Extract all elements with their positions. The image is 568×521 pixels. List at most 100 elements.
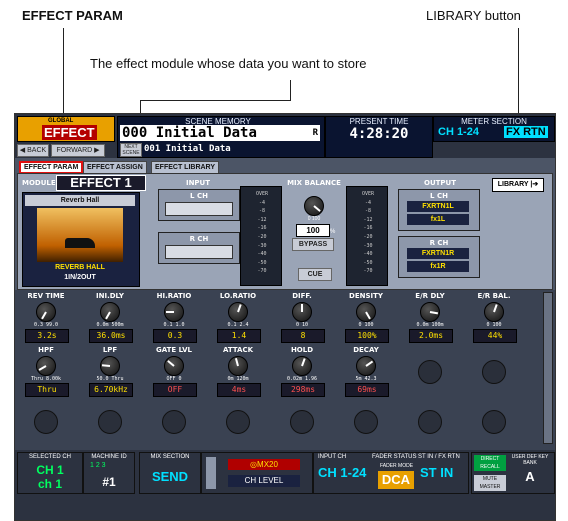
input-l-patch[interactable] [165, 202, 233, 216]
param-knob[interactable] [292, 356, 312, 376]
param-value[interactable]: 8 [281, 329, 325, 343]
param-value[interactable]: 3.2s [25, 329, 69, 343]
param-value[interactable]: 100% [345, 329, 389, 343]
ch-level-button[interactable]: CH LEVEL [228, 475, 300, 487]
header-bar: GLOBAL EFFECT ◀ BACK FORWARD ▶ SCENE MEM… [15, 114, 555, 158]
direct-recall-button[interactable]: DIRECT RECALL [474, 455, 506, 471]
output-r-port[interactable]: fx1R [407, 261, 469, 272]
output-l-port[interactable]: fx1L [407, 214, 469, 225]
param-title: DECAY [353, 346, 379, 354]
bypass-button[interactable]: BYPASS [292, 238, 334, 251]
user-def-bank[interactable]: A [508, 469, 552, 484]
parameter-scrollbar[interactable] [543, 292, 553, 444]
param-knob[interactable] [100, 356, 120, 376]
effect-main-panel: MODULE EFFECT 1 Reverb Hall REVERB HALL … [17, 173, 553, 290]
selected-ch-label: SELECTED CH [28, 454, 71, 460]
callout-library-button: LIBRARY button [426, 8, 521, 23]
meter-tick-label: -20 [363, 234, 373, 240]
fader-status-panel: INPUT CH FADER STATUS ST IN / FX RTN CH … [313, 452, 469, 494]
user-def-panel: DIRECT RECALL MUTE MASTER USER DEF KEY B… [471, 452, 555, 494]
param-value[interactable]: 0.3 [153, 329, 197, 343]
machine-id-label: MACHINE ID [91, 454, 127, 460]
library-button-label: LIBRARY [497, 181, 529, 188]
module-selector[interactable]: EFFECT 1 [56, 175, 146, 191]
output-l-destination[interactable]: FXRTN1L [407, 201, 469, 212]
param-knob[interactable] [228, 356, 248, 376]
param-knob[interactable] [420, 302, 440, 322]
forward-button[interactable]: FORWARD ▶ [51, 144, 105, 157]
mix-section-label: MIX SECTION [150, 454, 190, 460]
output-r-destination[interactable]: FXRTN1R [407, 248, 469, 259]
function-name: EFFECT [42, 125, 97, 140]
param-range: 0.3 99.0 [33, 322, 59, 328]
param-value[interactable]: 44% [473, 329, 517, 343]
st-in-value[interactable]: ST IN [420, 465, 453, 480]
console-screen: GLOBAL EFFECT ◀ BACK FORWARD ▶ SCENE MEM… [14, 113, 556, 521]
param-knob[interactable] [164, 302, 184, 322]
effect-type-display[interactable]: Reverb Hall REVERB HALL 1IN/2OUT [22, 192, 140, 287]
piano-icon [65, 238, 95, 248]
fader-mode-value[interactable]: DCA [378, 471, 414, 489]
input-r-patch[interactable] [165, 245, 233, 259]
param-knob[interactable] [356, 302, 376, 322]
selected-ch-panel[interactable]: SELECTED CH CH 1 ch 1 [17, 452, 83, 494]
input-meter: OVER -4 -8 -12 -16 -20 -30 -40 -50 -70 [240, 186, 282, 286]
input-ch-value[interactable]: CH 1-24 [318, 465, 366, 480]
param-title: HI.RATIO [156, 292, 192, 300]
parameter-area: REV TIME 0.3 99.0 3.2s INI.DLY 0.0m 500m 36.0… [15, 290, 555, 450]
global-label: GLOBAL [48, 118, 74, 124]
param-title: DIFF. [292, 292, 312, 300]
leader-line [140, 100, 291, 101]
effect-type: REVERB HALL [55, 264, 105, 271]
param-value[interactable]: 2.0ms [409, 329, 453, 343]
param-knob[interactable] [100, 302, 120, 322]
output-r-label: R CH [429, 239, 449, 247]
param-title: INI.DLY [96, 292, 124, 300]
param-value[interactable]: 69ms [345, 383, 389, 397]
mix-section-panel[interactable]: MIX SECTION SEND [139, 452, 201, 494]
model-panel: ◎MX20 CH LEVEL [201, 452, 313, 494]
back-button[interactable]: ◀ BACK [17, 144, 49, 157]
param-knob[interactable] [36, 302, 56, 322]
effect-title: Reverb Hall [25, 195, 135, 206]
param-value[interactable]: OFF [153, 383, 197, 397]
param-knob[interactable] [484, 302, 504, 322]
reverb-hall-image [37, 208, 123, 262]
param-range: 0m 120m [227, 376, 249, 382]
param-value[interactable]: 36.0ms [89, 329, 133, 343]
param-knob[interactable] [292, 302, 312, 322]
cue-button[interactable]: CUE [298, 268, 332, 281]
empty-knob-slot [290, 410, 314, 434]
input-title: INPUT [185, 179, 211, 187]
selected-ch-name: ch 1 [37, 477, 62, 491]
param-knob[interactable] [36, 356, 56, 376]
param-value[interactable]: 4ms [217, 383, 261, 397]
scene-display[interactable]: 000 Initial Data R [120, 125, 320, 141]
param-title: ATTACK [222, 346, 254, 354]
present-time-panel: PRESENT TIME 4:28:20 [325, 116, 433, 158]
param-knob[interactable] [228, 302, 248, 322]
param-range: 0.0m 500m [96, 322, 124, 328]
meter-ch-button[interactable]: CH 1-24 [438, 126, 479, 138]
meter-tick-label: OVER [361, 191, 375, 197]
param-value[interactable]: 6.70kHz [89, 383, 133, 397]
input-r-label: R CH [189, 235, 209, 243]
callout-effect-param: EFFECT PARAM [22, 8, 123, 23]
param-value[interactable]: 298ms [281, 383, 325, 397]
param-value[interactable]: 1.4 [217, 329, 261, 343]
mute-master-button[interactable]: MUTE MASTER [474, 475, 506, 491]
meter-fx-button[interactable]: FX RTN [504, 126, 548, 138]
param-knob[interactable] [164, 356, 184, 376]
meter-tick-label: -8 [364, 208, 372, 215]
meter-tick-label: -40 [257, 251, 267, 258]
param-knob[interactable] [356, 356, 376, 376]
param-range: Thru 8.00k [30, 376, 62, 382]
mix-unit: % [330, 229, 336, 235]
param-value[interactable]: Thru [25, 383, 69, 397]
scene-memory-panel: SCENE MEMORY 000 Initial Data R NEXT SCE… [117, 116, 325, 158]
input-l-label: L CH [190, 192, 208, 200]
library-button[interactable]: LIBRARY |➔ [492, 178, 544, 192]
machine-id-panel: MACHINE ID 1 2 3 #1 [83, 452, 135, 494]
scene-name: Initial Data [155, 125, 257, 141]
mix-balance-knob[interactable] [304, 196, 324, 216]
